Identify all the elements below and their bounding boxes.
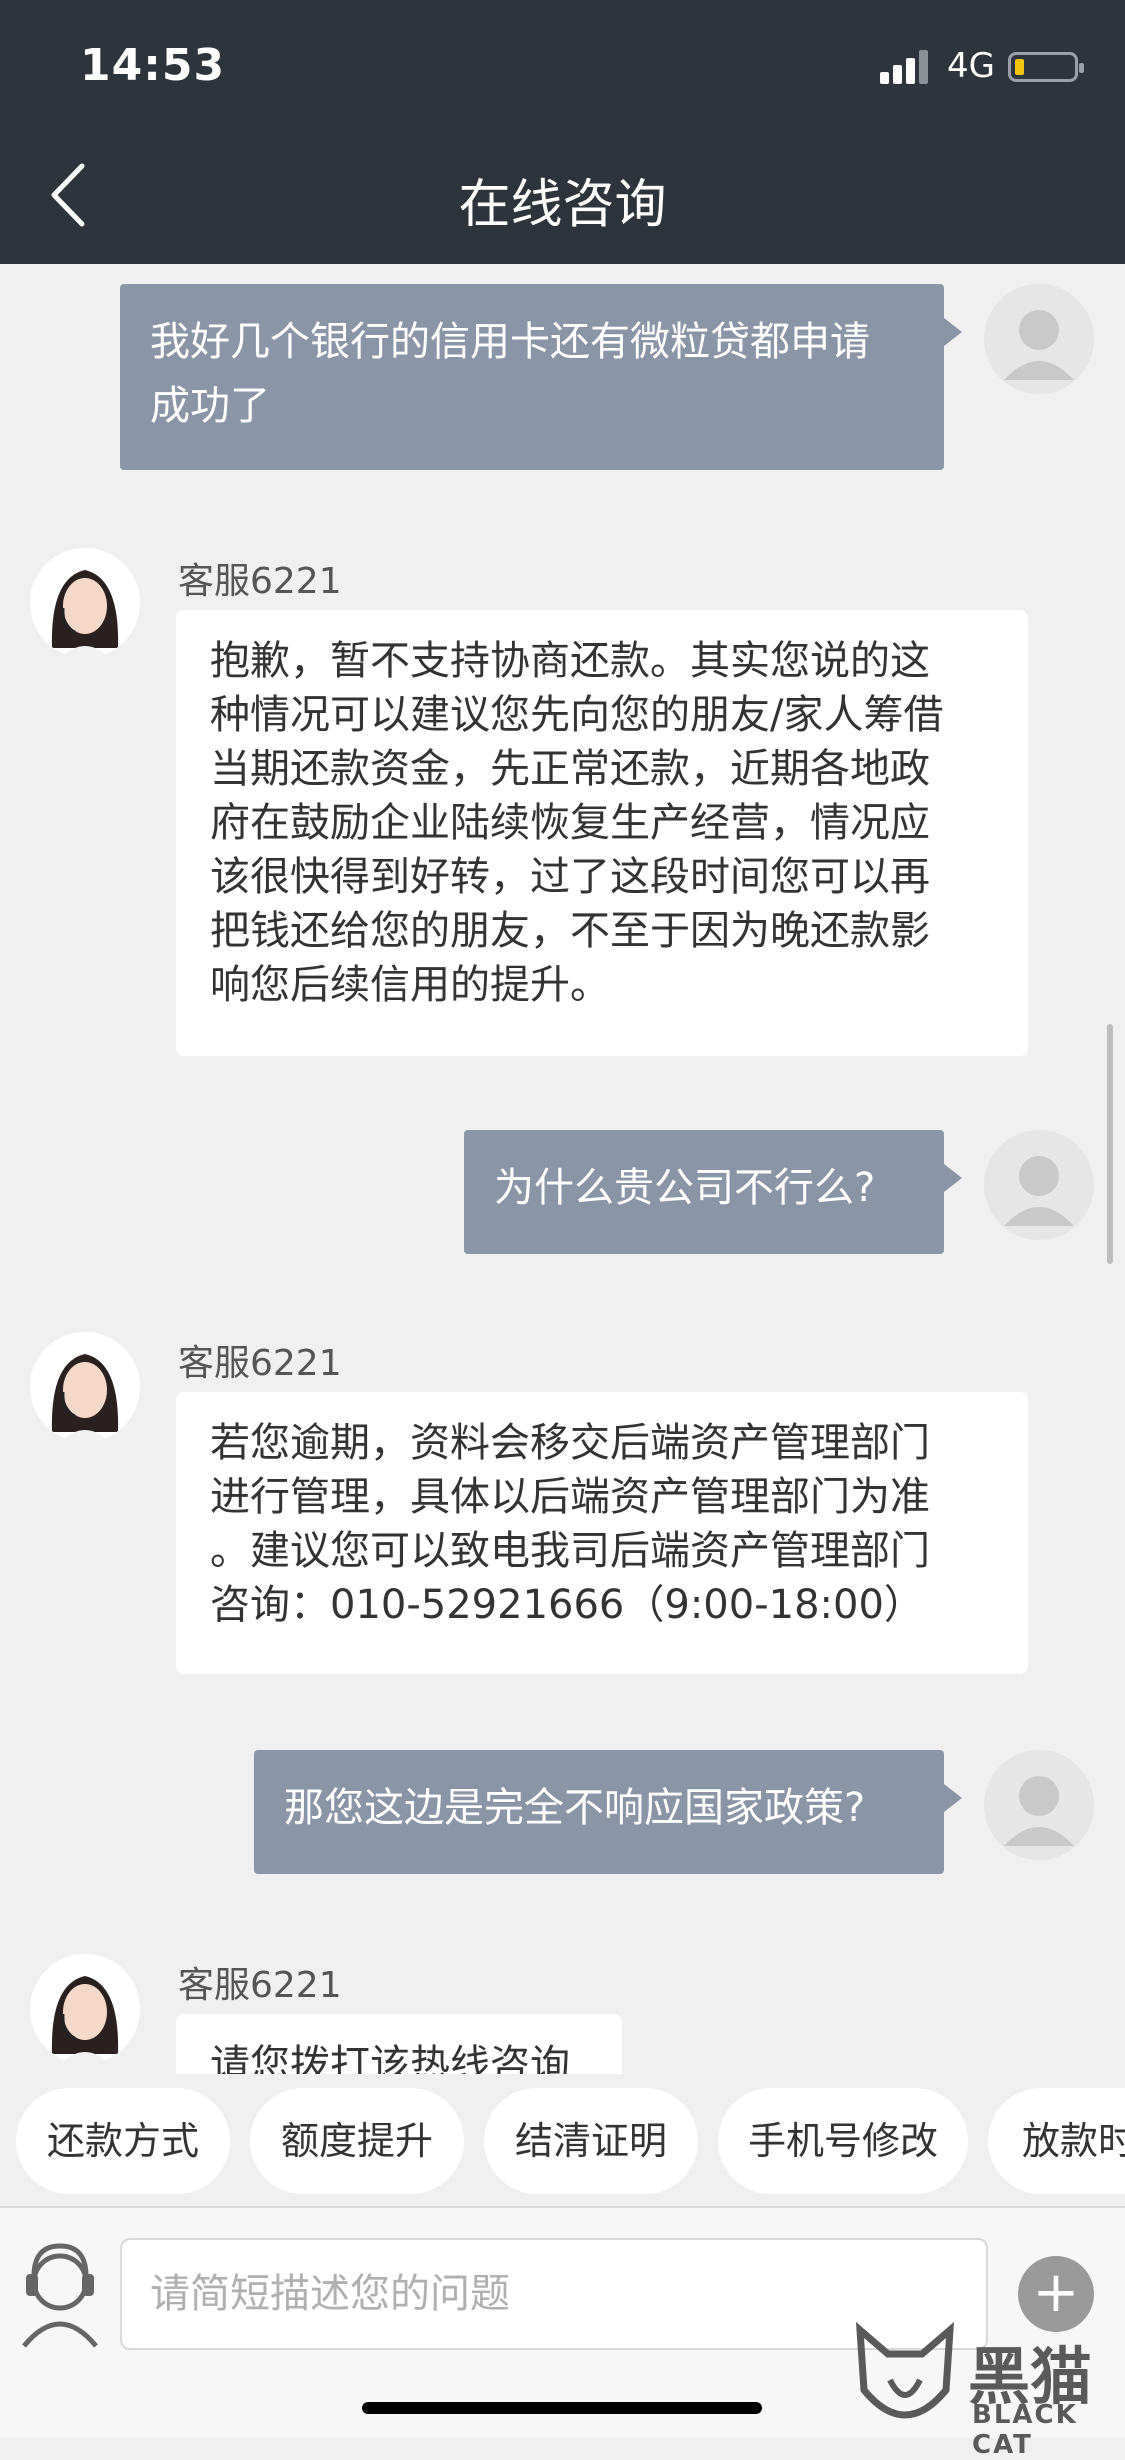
quick-reply-chip[interactable]: 放款时	[988, 2088, 1125, 2194]
message-line: 那您这边是完全不响应国家政策?	[284, 1785, 866, 1831]
message-line: 种情况可以建议您先向您的朋友/家人筹借	[210, 692, 944, 738]
message-line: 府在鼓励企业陆续恢复生产经营，情况应	[210, 800, 930, 846]
quick-reply-chip[interactable]: 结清证明	[484, 2088, 698, 2194]
message-line: 响您后续信用的提升。	[210, 962, 610, 1008]
home-indicator[interactable]	[362, 2402, 762, 2414]
quick-reply-chip[interactable]: 手机号修改	[718, 2088, 968, 2194]
user-message: 为什么贵公司不行么?	[464, 1130, 962, 1254]
page-title: 在线咨询	[458, 175, 667, 235]
battery-icon	[1008, 52, 1084, 82]
message-line: 成功了	[150, 383, 270, 429]
agent-name: 客服6221	[178, 1343, 342, 1384]
chat-area[interactable]: 我好几个银行的信用卡还有微粒贷都申请 成功了 客服6221 抱歉，暂不支持协商还…	[0, 264, 1125, 2074]
message-line: 抱歉，暂不支持协商还款。其实您说的这	[210, 638, 930, 684]
watermark-subtext: BLACK CAT	[972, 2400, 1078, 2460]
message-line: 咨询：010-52921666（9:00-18:00）	[210, 1582, 924, 1628]
status-time: 14:53	[80, 40, 226, 91]
user-message: 我好几个银行的信用卡还有微粒贷都申请 成功了	[120, 284, 962, 470]
user-avatar	[984, 284, 1094, 394]
watermark-logo: 黑猫 BLACK CAT	[850, 2320, 1125, 2460]
user-message: 那您这边是完全不响应国家政策?	[254, 1750, 962, 1874]
agent-avatar	[30, 1332, 140, 1442]
user-avatar	[984, 1130, 1094, 1240]
app-header: 14:53 4G 在线咨询	[0, 0, 1125, 264]
user-avatar	[984, 1750, 1094, 1860]
cat-logo-icon	[855, 2321, 955, 2419]
agent-message: 若您逾期，资料会移交后端资产管理部门 进行管理，具体以后端资产管理部门为准 。建…	[176, 1392, 1028, 1674]
message-line: 当期还款资金，先正常还款，近期各地政	[210, 746, 930, 792]
signal-icon	[880, 50, 932, 84]
agent-message: 请您拨打该热线咨询	[176, 2014, 622, 2074]
message-line: 该很快得到好转，过了这段时间您可以再	[210, 854, 930, 900]
message-line: 。建议您可以致电我司后端资产管理部门	[210, 1528, 930, 1574]
agent-message: 抱歉，暂不支持协商还款。其实您说的这 种情况可以建议您先向您的朋友/家人筹借 当…	[176, 610, 1028, 1056]
scrollbar[interactable]	[1107, 1024, 1113, 1264]
network-type: 4G	[947, 46, 995, 86]
message-line: 我好几个银行的信用卡还有微粒贷都申请	[150, 319, 870, 365]
agent-avatar	[30, 548, 140, 658]
message-line: 若您逾期，资料会移交后端资产管理部门	[210, 1420, 930, 1466]
agent-avatar	[30, 1954, 140, 2064]
agent-name: 客服6221	[178, 561, 342, 602]
message-line: 为什么贵公司不行么?	[494, 1165, 876, 1211]
quick-reply-bar: 还款方式 额度提升 结清证明 手机号修改 放款时	[0, 2074, 1125, 2206]
message-line: 请您拨打该热线咨询	[210, 2042, 570, 2074]
message-line: 把钱还给您的朋友，不至于因为晚还款影	[210, 908, 930, 954]
quick-reply-chip[interactable]: 还款方式	[16, 2088, 230, 2194]
message-line: 进行管理，具体以后端资产管理部门为准	[210, 1474, 930, 1520]
quick-reply-chip[interactable]: 额度提升	[250, 2088, 464, 2194]
agent-name: 客服6221	[178, 1965, 342, 2006]
customer-service-icon[interactable]	[12, 2236, 108, 2348]
